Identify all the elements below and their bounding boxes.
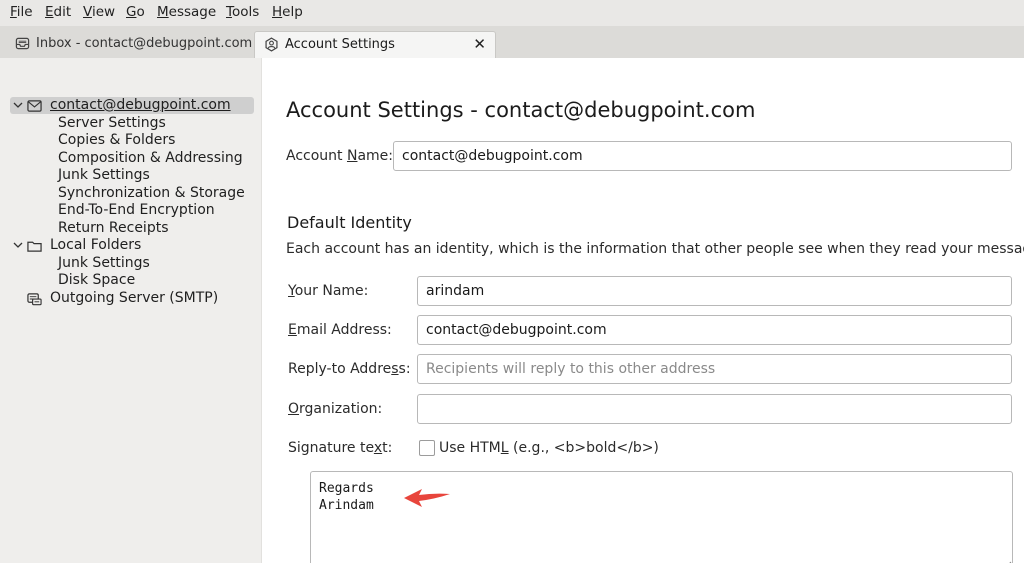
tree-item-disk-space[interactable]: Disk Space bbox=[58, 272, 135, 289]
mail-account-icon bbox=[27, 100, 42, 112]
account-settings-pane: Account Settings - contact@debugpoint.co… bbox=[262, 58, 1024, 563]
menu-go[interactable]: Go bbox=[126, 4, 145, 20]
outgoing-server-icon bbox=[27, 293, 42, 306]
chevron-down-icon[interactable] bbox=[13, 100, 23, 110]
tree-item-account[interactable]: contact@debugpoint.com bbox=[10, 97, 254, 114]
use-html-label[interactable]: Use HTML (e.g., <b>bold</b>) bbox=[439, 440, 659, 456]
organization-label: Organization: bbox=[288, 401, 383, 417]
reply-to-input[interactable] bbox=[417, 354, 1012, 384]
menu-edit[interactable]: Edit bbox=[45, 4, 71, 20]
tree-item-sync-storage[interactable]: Synchronization & Storage bbox=[58, 185, 245, 202]
tree-item-local-folders[interactable]: Local Folders bbox=[10, 237, 254, 254]
signature-textarea[interactable]: Regards Arindam bbox=[310, 471, 1013, 563]
tree-item-local-folders-label: Local Folders bbox=[50, 237, 142, 253]
tree-item-account-label: contact@debugpoint.com bbox=[50, 97, 231, 113]
menu-view[interactable]: View bbox=[83, 4, 115, 20]
signature-text-label: Signature text: bbox=[288, 440, 393, 456]
tab-account-settings[interactable]: Account Settings ✕ bbox=[254, 31, 496, 58]
tree-item-junk-settings[interactable]: Junk Settings bbox=[58, 167, 150, 184]
menu-bar: File Edit View Go Message Tools Help bbox=[0, 0, 1024, 26]
account-tree-sidebar: contact@debugpoint.com Server Settings C… bbox=[0, 58, 262, 563]
account-name-label: Account Name: bbox=[286, 148, 394, 164]
close-icon[interactable]: ✕ bbox=[473, 32, 486, 57]
identity-description: Each account has an identity, which is t… bbox=[286, 241, 1024, 257]
resize-grip-icon[interactable] bbox=[1002, 559, 1012, 563]
tree-item-composition[interactable]: Composition & Addressing bbox=[58, 150, 243, 167]
email-address-label: Email Address: bbox=[288, 322, 392, 338]
account-name-input[interactable] bbox=[393, 141, 1012, 171]
use-html-checkbox[interactable] bbox=[419, 440, 435, 456]
menu-help[interactable]: Help bbox=[272, 4, 303, 20]
email-address-input[interactable] bbox=[417, 315, 1012, 345]
inbox-icon bbox=[15, 37, 30, 50]
tree-item-e2e-encryption[interactable]: End-To-End Encryption bbox=[58, 202, 215, 219]
chevron-down-icon[interactable] bbox=[13, 240, 23, 250]
red-arrow-annotation-icon bbox=[404, 489, 450, 507]
tab-inbox[interactable]: Inbox - contact@debugpoint.com bbox=[6, 31, 252, 58]
tab-inbox-label: Inbox - contact@debugpoint.com bbox=[36, 36, 253, 51]
menu-file[interactable]: File bbox=[10, 4, 33, 20]
tree-item-outgoing-server[interactable]: Outgoing Server (SMTP) bbox=[10, 290, 254, 307]
settings-icon bbox=[265, 37, 278, 52]
tree-item-return-receipts[interactable]: Return Receipts bbox=[58, 220, 169, 237]
organization-input[interactable] bbox=[417, 394, 1012, 424]
menu-message[interactable]: Message bbox=[157, 4, 216, 20]
tree-item-copies-folders[interactable]: Copies & Folders bbox=[58, 132, 175, 149]
menu-tools[interactable]: Tools bbox=[226, 4, 259, 20]
tree-item-server-settings[interactable]: Server Settings bbox=[58, 115, 166, 132]
tree-item-outgoing-server-label: Outgoing Server (SMTP) bbox=[50, 290, 219, 306]
your-name-input[interactable] bbox=[417, 276, 1012, 306]
tab-account-settings-label: Account Settings bbox=[285, 37, 395, 52]
your-name-label: Your Name: bbox=[288, 283, 369, 299]
tree-item-local-junk-settings[interactable]: Junk Settings bbox=[58, 255, 150, 272]
reply-to-label: Reply-to Address: bbox=[288, 361, 411, 377]
folder-icon bbox=[27, 241, 42, 252]
tab-bar: Inbox - contact@debugpoint.com Account S… bbox=[0, 26, 1024, 58]
default-identity-heading: Default Identity bbox=[287, 213, 412, 232]
page-title: Account Settings - contact@debugpoint.co… bbox=[286, 98, 756, 122]
